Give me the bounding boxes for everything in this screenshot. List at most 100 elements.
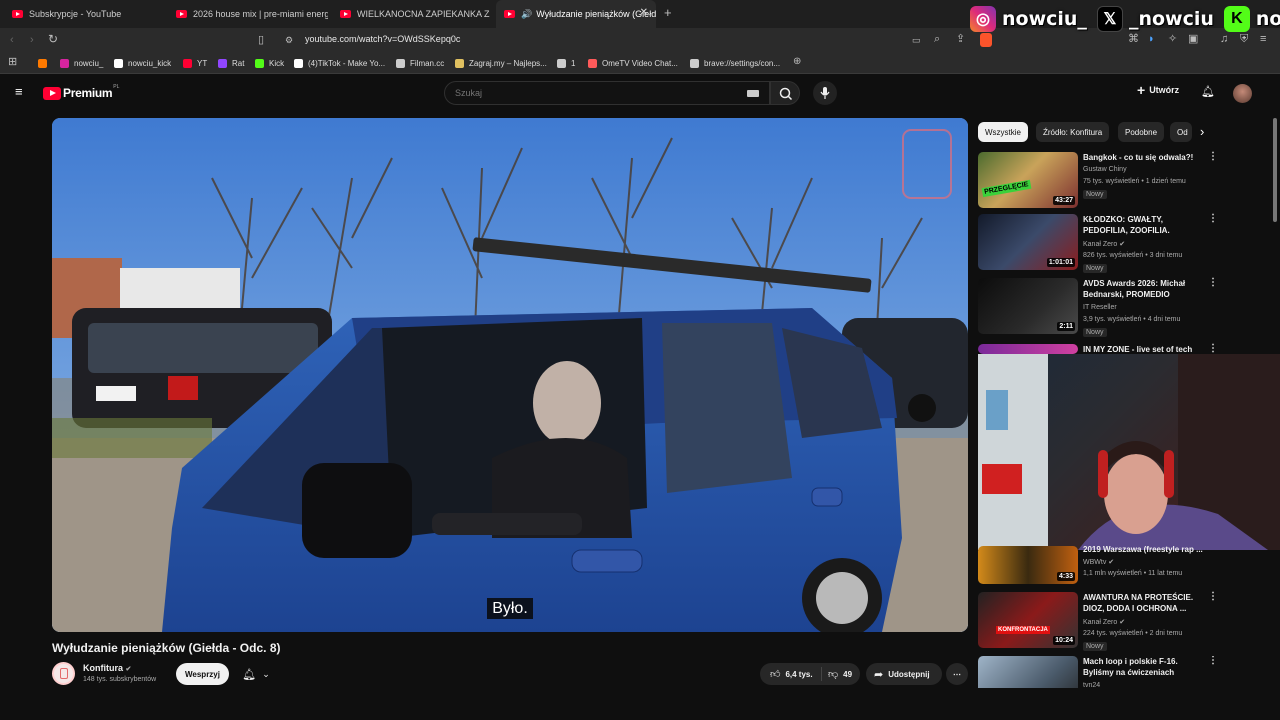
forward-icon[interactable]: › [30,34,34,46]
extension-icon[interactable]: ⌘ [1128,33,1139,45]
hamburger-menu-icon[interactable]: ≡ [15,85,23,98]
share-button[interactable]: ➦ Udostępnij [866,663,942,685]
list-item[interactable]: 1:01:01 KŁODZKO: GWAŁTY, PEDOFILIA, ZOOF… [978,214,1268,273]
bookmark-item[interactable]: (4)TikTok - Make Yo... [294,56,385,70]
bookmark-item[interactable]: Zagraj.my – Najleps... [455,56,547,70]
subscription-bell-button[interactable]: 🔔︎ ⌄ [236,663,276,685]
zoom-icon[interactable]: ⌕ [934,33,940,45]
list-item[interactable]: Mach loop i polskie F-16. Byliśmy na ćwi… [978,656,1268,688]
logo-region: PL [113,84,120,90]
channel-avatar[interactable] [52,662,75,685]
channel-name: Kanał Zero ✔ [1083,619,1126,626]
support-button[interactable]: Wesprzyj [176,663,229,685]
bookmark-icon[interactable]: ▯ [258,34,264,46]
site-info-icon[interactable]: ⚙ [285,34,293,46]
chip-recent[interactable]: Od [1170,122,1192,142]
tab-active-video[interactable]: 🔊 Wyłudzanie pieniążków (Giełd ✕ [496,0,656,28]
brave-shield-icon[interactable] [980,33,992,47]
bookmark-label: Kick [269,58,285,68]
channel-name[interactable]: Konfitura ✔ [83,663,131,673]
notifications-bell-icon[interactable]: 🔔︎ [1201,86,1215,98]
more-options-icon[interactable]: ⋮ [1208,278,1218,288]
duration: 10:24 [1053,636,1075,645]
more-options-icon[interactable]: ⋮ [1208,656,1218,666]
sidebar-icon[interactable]: ▣ [1188,33,1198,45]
dislike-button[interactable]: 👎︎ 49 [822,668,852,680]
search-button[interactable] [770,81,800,105]
extension-icon [38,58,47,68]
bell-icon: 🔔︎ [242,668,257,681]
reload-icon[interactable]: ↻ [48,33,58,45]
bookmark-item[interactable]: 1 [557,56,575,70]
avatar[interactable] [1233,84,1252,103]
duration: 43:27 [1053,196,1075,205]
bookmark-item[interactable]: Rat [218,56,244,70]
bookmark-item[interactable]: OmeTV Video Chat... [588,56,678,70]
list-item[interactable]: KONFRONTACJA 10:24 AWANTURA NA PROTEŚCIE… [978,592,1268,651]
chip-related[interactable]: Podobne [1118,122,1165,142]
url-field[interactable]: youtube.com/watch?v=OWdSSKepq0c [305,34,460,44]
more-actions-button[interactable]: ⋯ [946,663,968,685]
bookmark-item[interactable]: Kick [255,56,284,70]
scrollbar-thumb[interactable] [1273,118,1277,222]
chip-source[interactable]: Źródło: Konfitura [1036,122,1110,142]
video-player[interactable]: Było. [52,118,968,632]
wallet-icon[interactable]: ◗ [1148,33,1155,45]
list-item[interactable]: 2:11 AVDS Awards 2026: Michał Bednarski,… [978,278,1268,337]
video-meta: 3,9 tys. wyświetleń • 4 dni temu [1083,316,1181,323]
verified-icon: ✔ [1119,241,1126,248]
new-tab-button[interactable]: + [664,6,672,19]
keyboard-icon[interactable] [747,90,759,97]
bookmark-label: OmeTV Video Chat... [602,58,678,68]
bookmark-extension[interactable] [38,56,52,70]
more-options-icon[interactable]: ⋮ [1208,592,1218,602]
share-icon[interactable]: ⇪ [956,33,965,45]
chevron-down-icon: ⌄ [262,668,270,679]
chip-all[interactable]: Wszystkie [978,122,1028,142]
bookmark-item[interactable]: YT [183,56,207,70]
search-input[interactable] [445,82,725,104]
close-tab-icon[interactable]: ✕ [640,8,648,18]
like-button[interactable]: 👍︎ 6,4 tys. [760,667,822,681]
bookmark-item[interactable]: nowciu_kick [114,56,171,70]
thumbnail [978,344,1078,354]
search-icon [779,87,793,101]
globe-icon [690,58,699,68]
more-options-icon[interactable]: ⋮ [1208,214,1218,224]
tab-title: 2026 house mix | pre-miami energy [193,9,328,19]
more-options-icon[interactable]: ⋮ [1208,344,1218,354]
bookmark-item[interactable]: nowciu_ [60,56,103,70]
scrollbar[interactable] [1272,118,1278,688]
bookmarks-bar: ⊞ nowciu_ nowciu_kick YT Rat Kick (4)TikTok -… [0,52,1280,74]
apps-grid-icon[interactable]: ⊞ [8,56,17,68]
new-badge: Nowy [1083,190,1107,199]
bookmark-item[interactable]: brave://settings/con... [690,56,780,70]
list-item[interactable]: 4:33 2019 Warszawa (freestyle rap ... WB… [978,545,1268,590]
create-button[interactable]: + Utwórz [1137,83,1180,97]
youtube-icon [340,10,351,18]
cast-icon[interactable]: ▭ [912,34,921,46]
share-arrow-icon: ➦ [874,668,884,681]
list-item[interactable]: PRZEGLĘCIE 43:27 Bangkok - co tu się odw… [978,152,1268,210]
channel-name: tvn24 [1083,682,1101,688]
extensions-icon[interactable]: ✧ [1168,33,1177,45]
create-label: Utwórz [1149,85,1180,95]
tab-subscriptions[interactable]: Subskrypcje - YouTube [4,0,164,28]
menu-icon[interactable]: ≡ [1260,33,1266,45]
share-label: Udostępnij [888,669,930,679]
kick-handle: nowciu [1255,8,1280,30]
vpn-icon[interactable]: ⛨ [1240,33,1248,45]
more-options-icon[interactable]: ⋮ [1208,152,1218,162]
bookmark-item[interactable]: Filman.cc [396,56,444,70]
tab-house-mix[interactable]: 2026 house mix | pre-miami energy [168,0,328,28]
back-icon[interactable]: ‹ [10,34,14,46]
tab-zapiekanka[interactable]: WIELKANOCNA ZAPIEKANKA Z BIAŁ [332,0,492,28]
voice-search-button[interactable] [813,81,837,105]
bookmark-label: brave://settings/con... [704,58,781,68]
chevron-right-icon[interactable]: › [1200,125,1204,138]
bookmark-label: 1 [571,58,576,68]
globe-icon[interactable]: ⊕ [793,56,801,68]
youtube-premium-logo[interactable]: Premium PL [43,84,120,100]
music-icon[interactable]: ♫ [1220,33,1228,45]
new-badge: Nowy [1083,328,1107,337]
